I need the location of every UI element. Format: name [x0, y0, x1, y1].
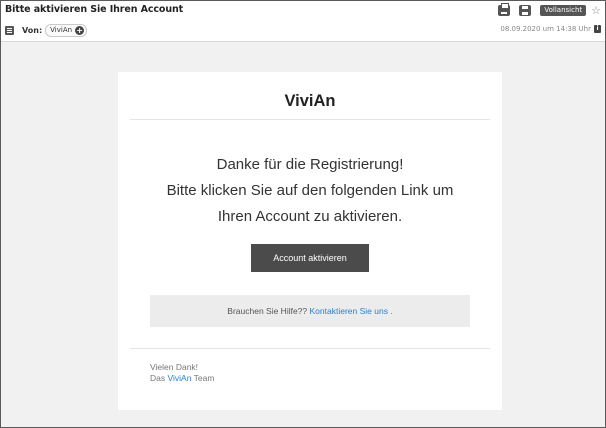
team-prefix: Das — [150, 373, 166, 383]
help-text: Brauchen Sie Hilfe?? — [227, 306, 308, 316]
star-icon[interactable]: ☆ — [591, 5, 601, 16]
message-line-3-text: Ihren Account zu aktivieren. — [217, 208, 403, 225]
from-row: Von: ViviAn + — [5, 23, 88, 37]
help-box: Brauchen Sie Hilfe?? Kontaktieren Sie un… — [150, 295, 470, 327]
message-line-3: Ihren Account zu aktivieren. — [118, 208, 502, 225]
thanks-text: Vielen Dank! — [150, 362, 199, 372]
floppy-disk-icon[interactable] — [519, 5, 532, 16]
email-card: ViviAn Danke für die Registrierung! Bitt… — [118, 72, 502, 410]
contact-link[interactable]: Kontaktieren Sie uns — [310, 306, 388, 316]
info-icon[interactable]: i — [594, 25, 601, 33]
toolbar: Vollansicht ☆ — [498, 3, 601, 16]
date-row: 08.09.2020 um 14:38 Uhr i — [500, 25, 601, 33]
printer-icon[interactable] — [498, 3, 511, 16]
email-footer: Vielen Dank! Das ViviAn Team — [150, 362, 214, 384]
fullview-button[interactable]: Vollansicht — [540, 5, 587, 16]
message-line-2: Bitte klicken Sie auf den folgenden Link… — [166, 182, 454, 199]
email-subject: Bitte aktivieren Sie Ihren Account — [5, 4, 184, 15]
from-label: Von: — [22, 25, 43, 35]
menu-icon[interactable] — [5, 25, 14, 35]
divider — [130, 119, 490, 120]
email-date: 08.09.2020 um 14:38 Uhr — [500, 25, 591, 33]
brand-logo: ViviAn — [284, 92, 336, 110]
team-suffix: Team — [193, 373, 215, 383]
email-body: ViviAn Danke für die Registrierung! Bitt… — [1, 42, 605, 427]
sender-chip[interactable]: ViviAn + — [45, 23, 88, 37]
email-header: Bitte aktivieren Sie Ihren Account Von: … — [1, 1, 605, 42]
message-line-1: Danke für die Registrierung! — [216, 156, 404, 173]
sender-name: ViviAn — [50, 26, 73, 34]
activate-account-button[interactable]: Account aktivieren — [251, 244, 369, 272]
divider — [130, 348, 490, 349]
plus-circle-icon[interactable]: + — [75, 25, 85, 35]
contact-link-suffix: . — [387, 306, 393, 316]
team-brand: ViviAn — [167, 373, 192, 383]
email-window: Bitte aktivieren Sie Ihren Account Von: … — [0, 0, 606, 428]
team-signature: Das ViviAn Team — [150, 373, 214, 384]
